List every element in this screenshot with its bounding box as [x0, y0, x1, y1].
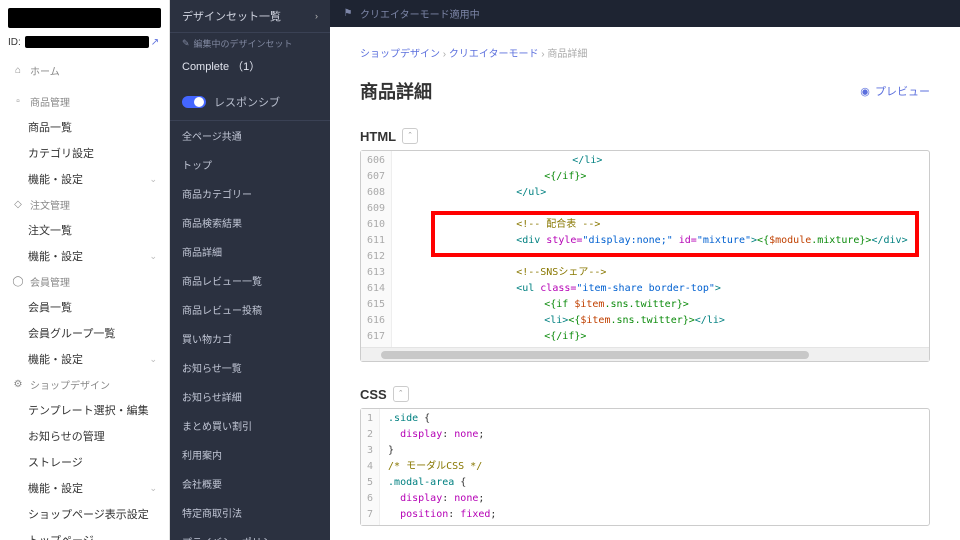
crumb-shop-design[interactable]: ショップデザイン	[360, 49, 440, 60]
chevron-right-icon: ›	[315, 11, 318, 21]
nav-item[interactable]: ストレージ	[0, 449, 169, 475]
flag-icon: ⚑	[342, 8, 354, 20]
nav-item[interactable]: カテゴリ設定	[0, 140, 169, 166]
css-editor[interactable]: 1234567 .side { display: none;}/* モーダルCS…	[360, 408, 930, 526]
nav-item[interactable]: 機能・設定⌄	[0, 475, 169, 501]
design-page-item[interactable]: お知らせ詳細	[170, 382, 330, 411]
shop-id-row: ID: ↗	[0, 36, 169, 52]
design-page-item[interactable]: 全ページ共通	[170, 121, 330, 150]
design-page-item[interactable]: 利用案内	[170, 440, 330, 469]
nav-item[interactable]: 会員グループ一覧	[0, 320, 169, 346]
nav-item[interactable]: 機能・設定⌄	[0, 166, 169, 192]
design-set-list-label: デザインセット一覧	[182, 8, 281, 24]
chevron-down-icon: ⌄	[149, 483, 157, 494]
design-page-item[interactable]: 商品検索結果	[170, 208, 330, 237]
css-collapse-button[interactable]: ˆ	[393, 386, 409, 402]
html-section-title: HTML	[360, 129, 396, 144]
design-page-item[interactable]: 商品レビュー投稿	[170, 295, 330, 324]
main-sidebar: ID: ↗ ⌂ ホーム ▫商品管理商品一覧カテゴリ設定機能・設定⌄◇注文管理注文…	[0, 0, 170, 540]
design-page-item[interactable]: まとめ買い割引	[170, 411, 330, 440]
responsive-toggle-row: レスポンシブ	[170, 84, 330, 121]
html-editor[interactable]: 606607608609610611612613614615616617 </l…	[360, 150, 930, 362]
responsive-label: レスポンシブ	[214, 94, 280, 110]
preview-link[interactable]: ◉ プレビュー	[859, 83, 930, 99]
design-page-item[interactable]: プライバシーポリシー	[170, 527, 330, 540]
nav-home-label: ホーム	[30, 63, 60, 78]
crumb-creator-mode[interactable]: クリエイターモード	[449, 49, 539, 60]
design-page-item[interactable]: 会社概要	[170, 469, 330, 498]
nav-item[interactable]: トップページ	[0, 527, 169, 540]
css-code[interactable]: .side { display: none;}/* モーダルCSS */.mod…	[380, 409, 929, 525]
responsive-toggle[interactable]	[182, 96, 206, 108]
design-page-item[interactable]: 買い物カゴ	[170, 324, 330, 353]
nav-item[interactable]: ショップページ表示設定	[0, 501, 169, 527]
design-set-list[interactable]: デザインセット一覧 ›	[170, 0, 330, 33]
nav-item[interactable]: 会員一覧	[0, 294, 169, 320]
css-section-title: CSS	[360, 387, 387, 402]
id-label: ID:	[8, 37, 21, 48]
nav-item[interactable]: 商品一覧	[0, 114, 169, 140]
shop-id-redacted	[25, 36, 149, 48]
nav-item[interactable]: 注文一覧	[0, 217, 169, 243]
design-page-item[interactable]: トップ	[170, 150, 330, 179]
nav-item[interactable]: お知らせの管理	[0, 423, 169, 449]
group-icon: ⚙	[12, 379, 24, 391]
main-content: ⚑ クリエイターモード適用中 ショップデザイン › クリエイターモード › 商品…	[330, 0, 960, 540]
chevron-down-icon: ⌄	[149, 174, 157, 185]
html-code[interactable]: </li> <{/if}> </ul> <!-- 配合表 --> <div st…	[392, 151, 929, 347]
design-page-item[interactable]: 商品レビュー一覧	[170, 266, 330, 295]
creator-mode-banner-label: クリエイターモード適用中	[360, 6, 480, 21]
group-icon: ◯	[12, 276, 24, 288]
breadcrumb: ショップデザイン › クリエイターモード › 商品詳細	[360, 45, 930, 60]
design-panel: デザインセット一覧 › ✎ 編集中のデザインセット Complete （1） レ…	[170, 0, 330, 540]
nav-group-head: ▫商品管理	[0, 89, 169, 114]
chevron-down-icon: ⌄	[149, 251, 157, 262]
crumb-current: 商品詳細	[547, 49, 587, 60]
shop-name-redacted	[8, 8, 161, 28]
html-collapse-button[interactable]: ˆ	[402, 128, 418, 144]
design-page-item[interactable]: お知らせ一覧	[170, 353, 330, 382]
eye-icon: ◉	[859, 85, 871, 97]
html-hscroll[interactable]	[361, 347, 929, 361]
preview-label: プレビュー	[875, 83, 930, 99]
design-page-item[interactable]: 特定商取引法	[170, 498, 330, 527]
nav-item[interactable]: テンプレート選択・編集	[0, 397, 169, 423]
chevron-down-icon: ⌄	[149, 354, 157, 365]
html-gutter: 606607608609610611612613614615616617	[361, 151, 392, 347]
css-gutter: 1234567	[361, 409, 380, 525]
page-title: 商品詳細	[360, 78, 432, 104]
group-icon: ◇	[12, 199, 24, 211]
pencil-icon: ✎	[182, 38, 190, 49]
nav-group-head: ◇注文管理	[0, 192, 169, 217]
nav-group-head: ◯会員管理	[0, 269, 169, 294]
nav-group-head: ⚙ショップデザイン	[0, 372, 169, 397]
nav-home[interactable]: ⌂ ホーム	[0, 58, 169, 83]
group-icon: ▫	[12, 96, 24, 108]
design-page-item[interactable]: 商品詳細	[170, 237, 330, 266]
creator-mode-banner: ⚑ クリエイターモード適用中	[330, 0, 960, 27]
nav-item[interactable]: 機能・設定⌄	[0, 243, 169, 269]
design-page-item[interactable]: 商品カテゴリー	[170, 179, 330, 208]
home-icon: ⌂	[12, 65, 24, 77]
editing-set-label: ✎ 編集中のデザインセット	[170, 33, 330, 54]
external-link-icon[interactable]: ↗	[149, 36, 161, 48]
current-set-name: Complete （1）	[170, 54, 330, 84]
nav-item[interactable]: 機能・設定⌄	[0, 346, 169, 372]
